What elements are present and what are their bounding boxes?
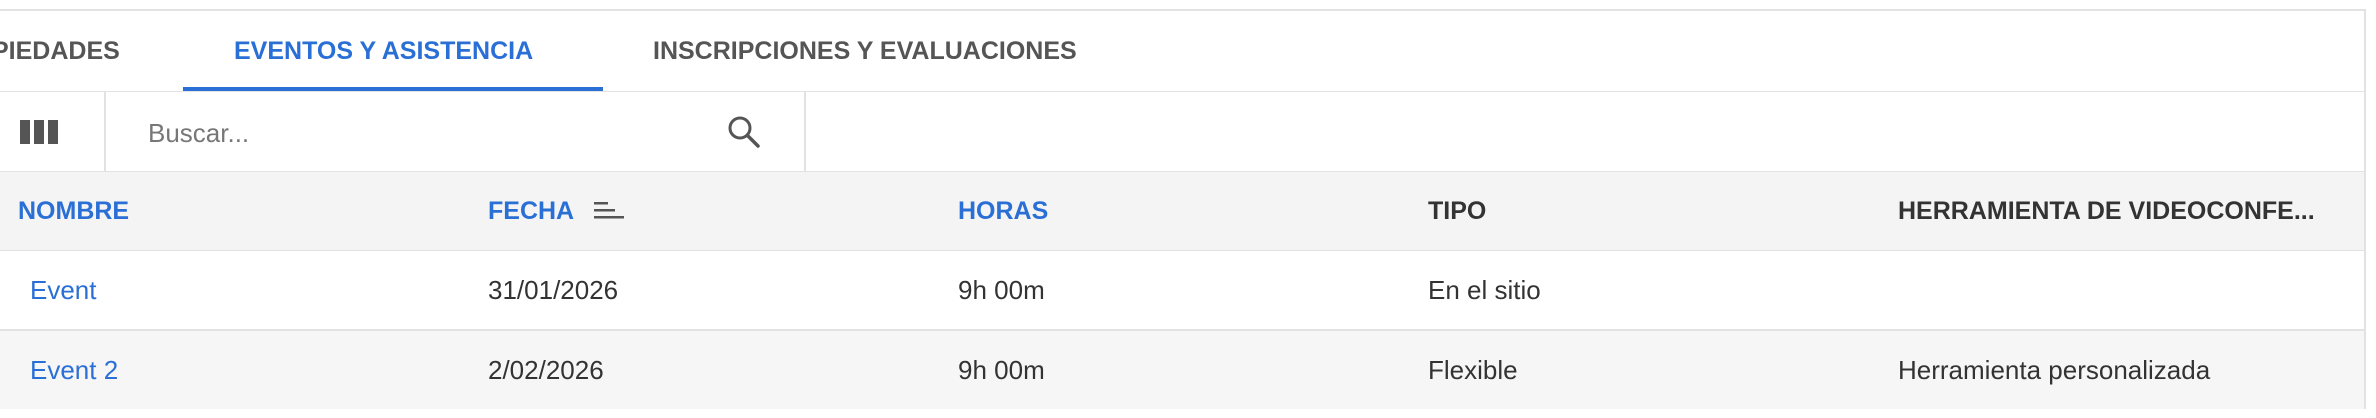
search-input[interactable] <box>146 110 710 156</box>
table-row: Event 2 2/02/2026 9h 00m Flexible Herram… <box>0 331 2364 409</box>
active-tab-indicator <box>183 87 603 91</box>
event-tool: Herramienta personalizada <box>1898 355 2211 385</box>
column-header-tipo: TIPO <box>1428 197 1487 225</box>
table-row: Event 31/01/2026 9h 00m En el sitio <box>0 251 2364 331</box>
table-toolbar <box>0 92 2364 172</box>
columns-icon <box>20 120 58 144</box>
event-date: 2/02/2026 <box>488 355 604 385</box>
table-header: NOMBRE FECHA HORAS TIPO HERRAMIENTA DE V… <box>0 172 2364 252</box>
tab-bar: PIEDADES EVENTOS Y ASISTENCIA INSCRIPCIO… <box>0 11 2364 92</box>
event-hours: 9h 00m <box>958 355 1045 385</box>
event-type: En el sitio <box>1428 275 1541 305</box>
tab-propiedades[interactable]: PIEDADES <box>0 11 120 91</box>
event-name-link[interactable]: Event <box>30 251 97 329</box>
event-name-link[interactable]: Event 2 <box>30 331 118 409</box>
column-header-herramienta: HERRAMIENTA DE VIDEOCONFE... <box>1898 197 2315 225</box>
column-header-fecha[interactable]: FECHA <box>488 172 625 250</box>
events-panel: PIEDADES EVENTOS Y ASISTENCIA INSCRIPCIO… <box>0 9 2366 409</box>
tab-inscripciones-y-evaluaciones[interactable]: INSCRIPCIONES Y EVALUACIONES <box>653 11 1077 91</box>
column-header-horas[interactable]: HORAS <box>958 172 1048 250</box>
column-chooser-button[interactable] <box>0 92 106 171</box>
search-icon[interactable] <box>726 114 762 150</box>
event-date: 31/01/2026 <box>488 275 619 305</box>
event-type: Flexible <box>1428 355 1518 385</box>
column-header-nombre[interactable]: NOMBRE <box>18 172 129 250</box>
tab-eventos-y-asistencia[interactable]: EVENTOS Y ASISTENCIA <box>234 11 533 91</box>
event-hours: 9h 00m <box>958 275 1045 305</box>
search-box <box>106 92 806 171</box>
column-header-fecha-label: FECHA <box>488 197 575 225</box>
sort-descending-icon <box>594 202 625 219</box>
